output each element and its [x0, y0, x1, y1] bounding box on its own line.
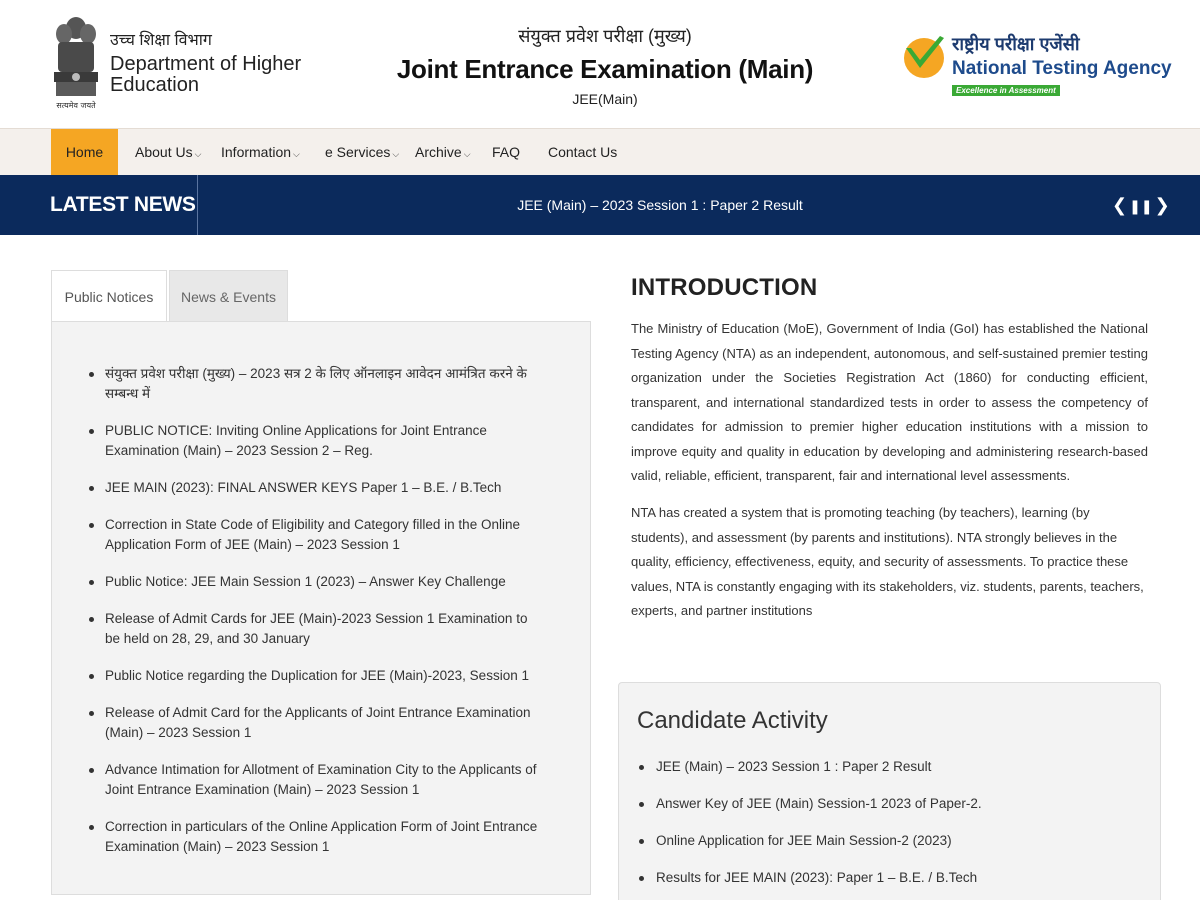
main-nav: Home About Us ⌵ Information ⌵ e Services ⌵ … — [0, 128, 1200, 176]
notice-item[interactable]: JEE MAIN (2023): FINAL ANSWER KEYS Paper… — [82, 478, 542, 498]
nta-tagline: Excellence in Assessment — [952, 85, 1060, 96]
prev-arrow-icon[interactable]: ❮ — [1112, 195, 1127, 215]
chevron-down-icon: ⌵ — [293, 149, 300, 159]
department-english: Department of Higher Education — [110, 53, 302, 96]
pause-icon[interactable]: ❚❚ — [1129, 198, 1152, 214]
emblem-caption: सत्यमेव जयते — [56, 100, 96, 110]
notice-item[interactable]: Release of Admit Cards for JEE (Main)-20… — [82, 609, 542, 649]
candidate-activity-heading: Candidate Activity — [637, 707, 828, 734]
notice-item[interactable]: Public Notice regarding the Duplication … — [82, 666, 542, 686]
notice-item[interactable]: Correction in State Code of Eligibility … — [82, 515, 542, 555]
nav-information-label: Information — [221, 144, 292, 160]
nav-e-services-label: e Services — [325, 144, 391, 160]
exam-title-hindi: संयुक्त प्रवेश परीक्षा (मुख्य) — [518, 26, 692, 46]
introduction-heading: INTRODUCTION — [631, 274, 818, 301]
latest-news-label: LATEST NEWS — [50, 193, 196, 216]
nta-name-english: National Testing Agency — [952, 58, 1172, 79]
exam-subtitle: JEE(Main) — [572, 91, 638, 107]
tab-public-notices[interactable]: Public Notices — [51, 270, 167, 322]
news-ticker-link[interactable]: JEE (Main) – 2023 Session 1 : Paper 2 Re… — [380, 175, 940, 235]
notice-item[interactable]: Advance Intimation for Allotment of Exam… — [82, 760, 542, 800]
notices-list: संयुक्त प्रवेश परीक्षा (मुख्य) – 2023 सत… — [82, 364, 542, 874]
nav-e-services[interactable]: e Services ⌵ — [325, 129, 399, 176]
nav-faq[interactable]: FAQ — [492, 129, 520, 176]
nav-contact-label: Contact Us — [548, 144, 618, 160]
candidate-activity-panel: Candidate Activity JEE (Main) – 2023 Ses… — [618, 682, 1161, 900]
chevron-down-icon: ⌵ — [392, 149, 400, 159]
news-divider — [197, 175, 198, 235]
public-notices-panel: संयुक्त प्रवेश परीक्षा (मुख्य) – 2023 सत… — [51, 321, 591, 895]
notice-item[interactable]: PUBLIC NOTICE: Inviting Online Applicati… — [82, 421, 542, 461]
nta-brand[interactable]: राष्ट्रीय परीक्षा एजेंसी National Testin… — [952, 32, 1172, 98]
activity-item[interactable]: JEE (Main) – 2023 Session 1 : Paper 2 Re… — [637, 757, 1137, 777]
activity-item[interactable]: Online Application for JEE Main Session-… — [637, 831, 1137, 851]
department-hindi: उच्च शिक्षा विभाग — [110, 32, 212, 49]
site-header: सत्यमेव जयते उच्च शिक्षा विभाग Departmen… — [0, 0, 1200, 128]
exam-title-block: संयुक्त प्रवेश परीक्षा (मुख्य) Joint Ent… — [380, 24, 830, 107]
news-controls: ❮ ❚❚ ❯ — [1112, 175, 1170, 235]
national-emblem-icon: सत्यमेव जयते — [54, 17, 98, 110]
nav-faq-label: FAQ — [492, 144, 521, 160]
nav-archive[interactable]: Archive ⌵ — [415, 129, 471, 176]
department-block: उच्च शिक्षा विभाग Department of Higher E… — [110, 28, 310, 96]
notice-item[interactable]: Public Notice: JEE Main Session 1 (2023)… — [82, 572, 542, 592]
nav-home-label: Home — [65, 144, 104, 160]
next-arrow-icon[interactable]: ❯ — [1155, 195, 1170, 215]
introduction-paragraph-2: NTA has created a system that is promoti… — [631, 505, 1144, 618]
notice-item[interactable]: संयुक्त प्रवेश परीक्षा (मुख्य) – 2023 सत… — [82, 364, 542, 404]
nta-logo-icon[interactable] — [902, 34, 946, 80]
exam-title: Joint Entrance Examination (Main) — [396, 54, 814, 84]
nav-home[interactable]: Home — [51, 129, 118, 176]
nav-contact-us[interactable]: Contact Us — [548, 129, 617, 176]
latest-news-bar: LATEST NEWS JEE (Main) – 2023 Session 1 … — [0, 175, 1200, 235]
notice-item[interactable]: Release of Admit Card for the Applicants… — [82, 703, 542, 743]
chevron-down-icon: ⌵ — [194, 149, 202, 159]
notice-item[interactable]: Correction in particulars of the Online … — [82, 817, 542, 857]
nav-about-us[interactable]: About Us ⌵ — [135, 129, 201, 176]
candidate-activity-list: JEE (Main) – 2023 Session 1 : Paper 2 Re… — [637, 757, 1137, 900]
activity-item[interactable]: Results for JEE MAIN (2023): Paper 1 – B… — [637, 868, 1137, 888]
introduction-paragraph-1: The Ministry of Education (MoE), Governm… — [631, 321, 1148, 483]
nav-about-label: About Us — [135, 144, 193, 160]
chevron-down-icon: ⌵ — [463, 149, 471, 159]
tab-news-events[interactable]: News & Events — [169, 270, 288, 322]
nta-name-hindi: राष्ट्रीय परीक्षा एजेंसी — [952, 34, 1080, 54]
nav-archive-label: Archive — [415, 144, 462, 160]
activity-item[interactable]: Answer Key of JEE (Main) Session-1 2023 … — [637, 794, 1137, 814]
nav-information[interactable]: Information ⌵ — [221, 129, 300, 176]
